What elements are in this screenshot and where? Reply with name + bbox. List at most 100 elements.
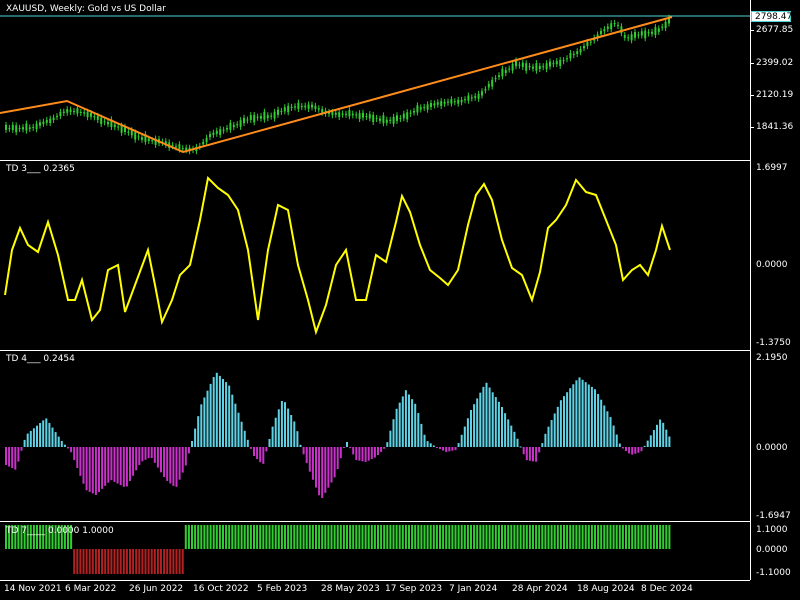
td7-bar-positive — [237, 525, 240, 549]
axis-tick — [750, 30, 754, 31]
td7-bar-positive — [485, 525, 488, 549]
td4-bar-positive — [231, 394, 234, 447]
td4-bar-negative — [364, 447, 367, 462]
price-candle — [175, 146, 177, 148]
td4-bar-positive — [662, 422, 665, 447]
price-candle — [576, 51, 579, 55]
td7-bar-positive — [491, 525, 494, 549]
td4-bar-negative — [113, 447, 116, 482]
td7-bar-positive — [296, 525, 299, 549]
td4-bar-positive — [646, 440, 649, 447]
td4-bar-positive — [246, 439, 249, 447]
td4-bar-positive — [197, 416, 200, 447]
td4-bar-positive — [429, 443, 432, 447]
td7-bar-negative — [88, 549, 91, 574]
td4-bar-positive — [194, 428, 197, 447]
td7-bar-positive — [516, 525, 519, 549]
chart-window[interactable]: XAUUSD, Weekly: Gold vs US Dollar TD 3__… — [0, 0, 800, 600]
td4-bar-negative — [11, 447, 14, 469]
td7-bar-positive — [194, 525, 197, 549]
td7-bar-positive — [445, 525, 448, 549]
td4-bar-positive — [618, 443, 621, 447]
td7-bar-positive — [528, 525, 531, 549]
price-candle — [266, 115, 269, 119]
price-candle — [637, 34, 640, 36]
td4-bar-positive — [48, 422, 51, 447]
td7-bar-positive — [625, 525, 627, 549]
td4-bar-negative — [383, 447, 386, 449]
td4-bar-negative — [256, 447, 259, 460]
td7-bar-negative — [160, 549, 162, 574]
td7-bar-positive — [575, 525, 578, 549]
td7-bar-positive — [318, 525, 321, 549]
td4-bar-positive — [414, 403, 417, 447]
td4-bar-positive — [615, 434, 618, 447]
price-candle — [481, 91, 483, 96]
td7-bar-positive — [209, 525, 212, 549]
td7-bar-positive — [408, 525, 410, 549]
td4-bar-negative — [535, 447, 538, 462]
td7-bar-positive — [532, 525, 534, 549]
price-candle — [511, 63, 514, 71]
td4-bar-negative — [160, 447, 162, 473]
price-axis-label: 2120.19 — [756, 90, 794, 100]
td4-bar-positive — [649, 435, 652, 447]
td7-bar-negative — [125, 549, 128, 574]
price-candle — [96, 115, 99, 121]
price-candle — [236, 124, 239, 126]
td7-bar-positive — [401, 525, 404, 549]
td7-bar-positive — [513, 525, 516, 549]
price-candle — [664, 21, 667, 29]
price-candle — [351, 113, 354, 116]
price-candle — [18, 127, 21, 129]
td7-bar-negative — [135, 549, 138, 574]
td7-bar-positive — [668, 525, 671, 549]
price-candle — [368, 114, 371, 119]
td4-bar-negative — [122, 447, 125, 487]
pane-separator[interactable] — [0, 350, 750, 351]
td4-bar-positive — [656, 424, 658, 447]
td4-bar-negative — [330, 447, 333, 483]
td7-bar-negative — [91, 549, 94, 574]
price-candle — [487, 83, 490, 88]
td7-bar-positive — [662, 525, 665, 549]
td7-bar-positive — [417, 525, 420, 549]
td4-bar-positive — [594, 389, 596, 447]
price-candle — [467, 95, 470, 101]
td7-bar-positive — [234, 525, 237, 549]
td4-bar-negative — [147, 447, 150, 459]
price-candle — [450, 99, 453, 104]
price-candle — [321, 109, 324, 113]
td4-bar-positive — [268, 439, 271, 447]
pane-separator[interactable] — [0, 160, 750, 161]
td4-bar-negative — [439, 447, 441, 449]
td7-bar-positive — [349, 525, 352, 549]
price-candle — [8, 127, 11, 129]
td4-bar-negative — [631, 447, 634, 455]
td4-bar-negative — [522, 447, 525, 455]
td4-bar-negative — [88, 447, 91, 492]
price-candle — [474, 96, 477, 98]
td7-bar-positive — [284, 525, 286, 549]
td7-bar-positive — [609, 525, 612, 549]
td4-bar-negative — [451, 447, 454, 451]
td4-bar-positive — [600, 399, 603, 447]
td7-bar-positive — [497, 525, 500, 549]
td4-bar-positive — [398, 402, 401, 447]
td4-bar-positive — [575, 380, 578, 447]
td4-bar-negative — [528, 447, 531, 461]
td4-bar-positive — [200, 404, 203, 447]
td7-bar-negative — [79, 549, 82, 574]
price-candle — [453, 101, 456, 103]
td4-bar-positive — [271, 426, 274, 447]
pane-separator[interactable] — [0, 521, 750, 522]
td7-bar-positive — [621, 525, 624, 549]
td7-axis-label: 1.1000 — [756, 525, 788, 535]
td4-bar-negative — [116, 447, 119, 484]
price-candle — [76, 108, 79, 114]
chart-canvas[interactable] — [0, 0, 800, 600]
price-candle — [137, 136, 140, 138]
td4-bar-negative — [144, 447, 147, 460]
td4-bar-positive — [417, 413, 420, 447]
td7-bar-positive — [262, 525, 265, 549]
